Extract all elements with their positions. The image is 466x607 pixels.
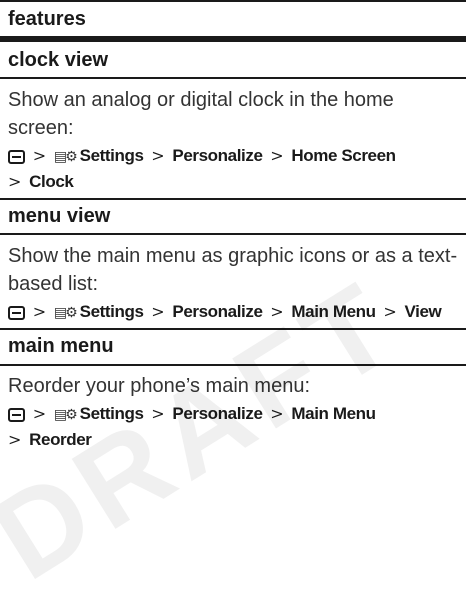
section-divider bbox=[0, 364, 466, 366]
path-personalize: Personalize bbox=[172, 146, 263, 165]
settings-icon: ▤⚙ bbox=[53, 305, 78, 321]
section-title-main-menu: main menu bbox=[8, 335, 114, 357]
path-reorder: Reorder bbox=[29, 430, 92, 449]
section-description-main-menu: Reorder your phone’s main menu: bbox=[8, 375, 311, 397]
path-personalize: Personalize bbox=[172, 302, 263, 321]
path-main-menu: Main Menu bbox=[291, 302, 376, 321]
header-divider bbox=[0, 36, 466, 42]
section-description-menu-view: Show the main menu as graphic icons or a… bbox=[8, 245, 458, 295]
path-settings: Settings bbox=[79, 146, 144, 165]
section-divider bbox=[0, 198, 466, 200]
section-divider bbox=[0, 328, 466, 330]
path-personalize: Personalize bbox=[172, 404, 263, 423]
menu-path-main-menu: > ▤⚙ Settings > Personalize > Main Menu bbox=[8, 400, 458, 429]
menu-key-icon bbox=[8, 306, 25, 320]
menu-path-clock-view-cont: > Clock bbox=[8, 172, 74, 191]
path-view: View bbox=[404, 302, 442, 321]
path-main-menu: Main Menu bbox=[291, 404, 376, 423]
menu-path-menu-view: > ▤⚙ Settings > Personalize > Main Menu >… bbox=[8, 298, 458, 327]
table-header-title: features bbox=[8, 8, 86, 30]
path-home-screen: Home Screen bbox=[291, 146, 396, 165]
path-settings: Settings bbox=[79, 404, 144, 423]
section-description-clock-view: Show an analog or digital clock in the h… bbox=[8, 89, 394, 139]
section-divider bbox=[0, 77, 466, 79]
menu-key-icon bbox=[8, 150, 25, 164]
path-settings: Settings bbox=[79, 302, 144, 321]
menu-path-clock-view: > ▤⚙ Settings > Personalize > Home Screen bbox=[8, 142, 458, 171]
path-clock: Clock bbox=[29, 172, 74, 191]
settings-icon: ▤⚙ bbox=[53, 149, 78, 165]
menu-path-main-menu-cont: > Reorder bbox=[8, 430, 92, 449]
section-title-clock-view: clock view bbox=[8, 49, 109, 71]
manual-page: features clock view Show an analog or di… bbox=[0, 0, 466, 605]
section-title-menu-view: menu view bbox=[8, 205, 111, 227]
settings-icon: ▤⚙ bbox=[53, 407, 78, 423]
top-rule bbox=[0, 0, 466, 2]
menu-key-icon bbox=[8, 408, 25, 422]
section-divider bbox=[0, 233, 466, 235]
